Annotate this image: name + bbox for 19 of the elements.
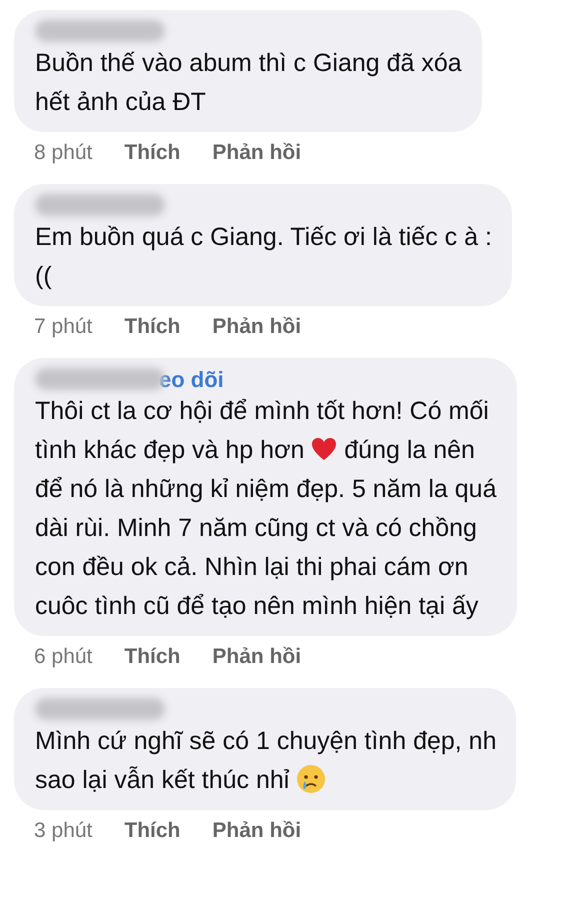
comment-text: Thôi ct la cơ hội để mình tốt hơn! Có mối tình khác đẹp và hp hơn đúng la nên để nó là những kỉ niệm đẹp. 5 năm la quá dài rùi. Minh 7 năm cũng ct và có chồng con đều ok cả. Nhìn lại thi phai cám ơn cuôc tình cũ để tạo nên mình hiện tại ấy (35, 396, 496, 622)
comment-text: Em buồn quá c Giang. Tiếc ơi là tiếc c à : (( (35, 222, 492, 292)
comment-text: Buồn thế vào abum thì c Giang đã xóa hết ảnh của ĐT (35, 48, 462, 118)
reply-button[interactable]: Phản hồi (212, 815, 302, 847)
like-button[interactable]: Thích (124, 137, 180, 169)
comment-time: 8 phút (34, 140, 92, 166)
crying-emoji-icon (296, 764, 326, 794)
reply-button[interactable]: Phản hồi (212, 311, 302, 343)
heart-icon (311, 437, 338, 461)
like-button[interactable]: Thích (124, 311, 180, 343)
comment-time: 7 phút (34, 314, 92, 340)
reply-button[interactable]: Phản hồi (212, 641, 302, 673)
follow-link[interactable]: eo dõi (159, 362, 224, 396)
comment-time: 3 phút (34, 818, 92, 844)
comment-time: 6 phút (34, 644, 92, 670)
like-button[interactable]: Thích (124, 641, 180, 673)
like-button[interactable]: Thích (124, 815, 180, 847)
reply-button[interactable]: Phản hồi (212, 137, 302, 169)
comment-text: Mình cứ nghĩ sẽ có 1 chuyện tình đẹp, nh sao lại vẫn kết thúc nhỉ (35, 726, 496, 796)
